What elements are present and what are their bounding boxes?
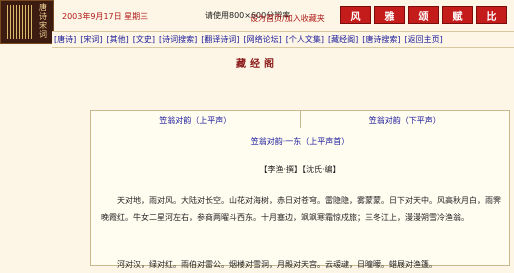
subnav-cell: 笠翁对韵（下平声） <box>301 111 510 129</box>
nav-link-scripture-pavilion[interactable]: [藏经阁] <box>328 34 358 45</box>
logo-rule <box>22 5 23 39</box>
subnav-link-upper-level-tone[interactable]: 笠翁对韵（上平声） <box>159 115 231 126</box>
logo-rule <box>19 5 20 39</box>
date-line: 2003年9月17日 星期三 <box>62 12 149 21</box>
main-nav: [唐诗] [宋词] [其他] [文史] [诗词搜索] [翻译诗词] [网络论坛]… <box>52 31 514 48</box>
seal-icon: 比 <box>476 6 507 24</box>
logo-rule <box>16 5 17 39</box>
poem-paragraph: 天对地，雨对风。大陆对长空。山花对海树，赤日对苍穹。雷隐隐，雾蒙蒙。日下对天中。… <box>101 196 501 222</box>
nav-link-other[interactable]: [其他] <box>107 34 129 45</box>
nav-link-personal-collection[interactable]: [个人文集] <box>286 34 324 45</box>
logo-text: 唐诗宋词 <box>39 3 47 39</box>
seal-icon: 赋 <box>442 6 473 24</box>
content-panel: 笠翁对韵·一东（上平声首） 【李渔·撰】【沈氏·编】 天对地，雨对风。大陆对长空… <box>90 128 510 269</box>
nav-link-poem-search[interactable]: [诗词搜索] <box>159 34 197 45</box>
logo-rule <box>10 5 11 39</box>
logo-rule <box>25 5 26 39</box>
author-line: 【李渔·撰】【沈氏·编】 <box>259 165 341 174</box>
poem-paragraph: 河对汉，绿对红。雨伯对雷公。烟楼对雪洞，月殿对天宫。云叆叇，日曈曚。蜡屐对渔篷。 <box>117 260 437 269</box>
nav-link-song-ci[interactable]: [宋词] <box>80 34 102 45</box>
logo-rule <box>31 5 32 39</box>
seal-banner: 风 雅 颂 赋 比 <box>340 6 507 26</box>
logo-rule <box>7 5 8 39</box>
nav-link-forum[interactable]: [网络论坛] <box>244 34 282 45</box>
seal-icon: 风 <box>340 6 371 24</box>
nav-link-home[interactable]: [返回主页] <box>405 34 443 45</box>
seal-icon: 雅 <box>374 6 405 24</box>
seal-icon: 颂 <box>408 6 439 24</box>
nav-link-translated-poems[interactable]: [翻译诗词] <box>201 34 239 45</box>
section-heading: 笠翁对韵·一东（上平声首） <box>250 137 350 146</box>
subnav-table: 笠翁对韵（上平声） 笠翁对韵（下平声） <box>90 110 510 130</box>
logo-rule <box>28 5 29 39</box>
nav-link-tang-search[interactable]: [唐诗搜索] <box>362 34 400 45</box>
site-logo[interactable]: 唐诗宋词 <box>0 0 54 44</box>
page-title: 藏经阁 <box>236 59 278 70</box>
nav-link-literature-history[interactable]: [文史] <box>133 34 155 45</box>
logo-rule <box>13 5 14 39</box>
subnav-link-lower-level-tone[interactable]: 笠翁对韵（下平声） <box>369 115 441 126</box>
nav-link-tang-poems[interactable]: [唐诗] <box>54 34 76 45</box>
set-homepage-link[interactable]: 设为首页/加入收藏夹 <box>250 13 325 24</box>
subnav-cell: 笠翁对韵（上平声） <box>91 111 301 129</box>
